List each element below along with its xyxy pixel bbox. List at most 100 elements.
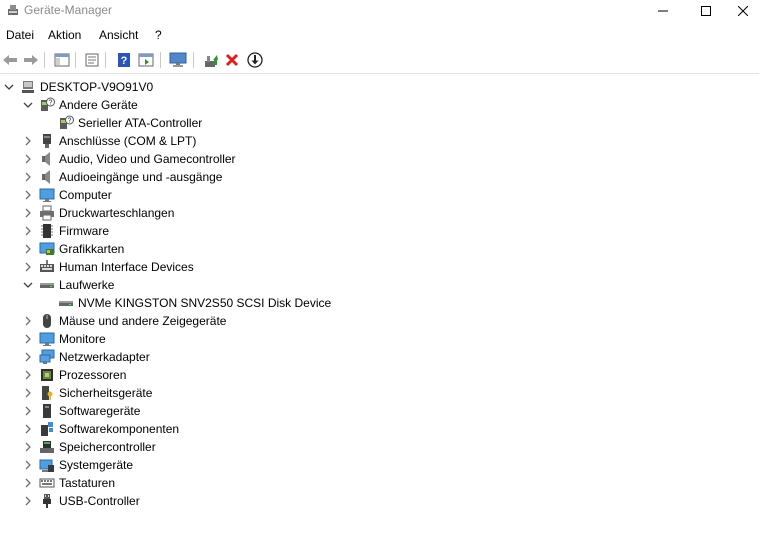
tree-item-label: Monitore — [59, 332, 106, 346]
tree-item-label: Human Interface Devices — [59, 260, 194, 274]
chevron-right-icon[interactable] — [23, 442, 33, 452]
device-manager-app-icon — [6, 3, 20, 17]
help-button[interactable]: ? — [114, 50, 134, 70]
tree-category[interactable]: Anschlüsse (COM & LPT) — [23, 132, 196, 150]
update-driver-button[interactable] — [201, 50, 221, 70]
chevron-right-icon[interactable] — [23, 496, 33, 506]
chevron-right-icon[interactable] — [23, 388, 33, 398]
chevron-right-icon[interactable] — [23, 190, 33, 200]
system-device-icon — [39, 457, 55, 473]
monitor-icon — [39, 187, 55, 203]
toolbar-separator — [160, 52, 161, 68]
tree-category[interactable]: Sicherheitsgeräte — [23, 384, 152, 402]
tree-category[interactable]: Human Interface Devices — [23, 258, 194, 276]
tree-category[interactable]: Computer — [23, 186, 112, 204]
tree-item-label: Systemgeräte — [59, 458, 134, 472]
chip-icon — [39, 223, 55, 239]
software-device-icon — [39, 403, 55, 419]
chevron-right-icon[interactable] — [23, 334, 33, 344]
keyboard-icon — [39, 475, 55, 491]
chevron-right-icon[interactable] — [23, 316, 33, 326]
show-hide-console-tree-button[interactable] — [52, 50, 72, 70]
chevron-right-icon[interactable] — [23, 460, 33, 470]
tree-item-label: Mäuse und andere Zeigegeräte — [59, 314, 227, 328]
security-key-icon — [39, 385, 55, 401]
monitor-icon — [39, 331, 55, 347]
menu-help[interactable]: ? — [155, 28, 162, 42]
chevron-right-icon[interactable] — [23, 154, 33, 164]
toolbar-divider — [0, 73, 759, 74]
tree-item-label: Softwarekomponenten — [59, 422, 180, 436]
chevron-right-icon[interactable] — [23, 352, 33, 362]
uninstall-device-button[interactable] — [222, 50, 242, 70]
action-pane-icon — [138, 53, 154, 67]
tree-category[interactable]: ? Andere Geräte — [23, 96, 138, 114]
close-button[interactable] — [727, 0, 759, 22]
tree-category[interactable]: Monitore — [23, 330, 106, 348]
tree-category[interactable]: Systemgeräte — [23, 456, 133, 474]
minimize-button[interactable] — [640, 0, 686, 22]
svg-text:?: ? — [49, 100, 53, 107]
tree-root-computer[interactable]: DESKTOP-V9O91V0 — [4, 78, 153, 96]
tree-item-label: USB-Controller — [59, 494, 140, 508]
chevron-right-icon[interactable] — [23, 208, 33, 218]
tree-device[interactable]: ? Serieller ATA-Controller — [42, 114, 202, 132]
tree-category[interactable]: Softwarekomponenten — [23, 420, 179, 438]
tree-category[interactable]: Speichercontroller — [23, 438, 156, 456]
speaker-icon — [39, 169, 55, 185]
usb-icon — [39, 493, 55, 509]
storage-controller-icon — [39, 439, 55, 455]
chevron-right-icon[interactable] — [23, 424, 33, 434]
tree-category[interactable]: Prozessoren — [23, 366, 126, 384]
forward-button[interactable] — [21, 50, 41, 70]
chevron-right-icon[interactable] — [23, 478, 33, 488]
chevron-down-icon[interactable] — [23, 100, 33, 110]
chevron-down-icon[interactable] — [23, 280, 33, 290]
tree-category[interactable]: Firmware — [23, 222, 109, 240]
menu-bar: Datei Aktion Ansicht ? — [0, 26, 759, 46]
tree-category[interactable]: Netzwerkadapter — [23, 348, 150, 366]
tree-category[interactable]: Mäuse und andere Zeigegeräte — [23, 312, 226, 330]
chevron-right-icon[interactable] — [23, 262, 33, 272]
scan-hardware-button[interactable] — [168, 50, 188, 70]
chevron-down-icon[interactable] — [4, 82, 14, 92]
disable-device-button[interactable] — [245, 50, 265, 70]
uninstall-x-icon — [225, 53, 239, 67]
svg-text:?: ? — [68, 118, 72, 125]
tree-category[interactable]: USB-Controller — [23, 492, 140, 510]
scan-hardware-icon — [169, 52, 187, 67]
display-adapter-icon — [39, 241, 55, 257]
tree-category[interactable]: Softwaregeräte — [23, 402, 140, 420]
back-button[interactable] — [0, 50, 20, 70]
tree-item-label: Grafikkarten — [59, 242, 125, 256]
chevron-right-icon[interactable] — [23, 172, 33, 182]
chevron-right-icon[interactable] — [23, 244, 33, 254]
tree-item-label: Computer — [59, 188, 112, 202]
maximize-button[interactable] — [683, 0, 729, 22]
tree-category[interactable]: Druckwarteschlangen — [23, 204, 174, 222]
tree-item-label: Audioeingänge und -ausgänge — [59, 170, 223, 184]
action-pane-button[interactable] — [136, 50, 156, 70]
tree-category[interactable]: Audio, Video und Gamecontroller — [23, 150, 236, 168]
chevron-right-icon[interactable] — [23, 370, 33, 380]
properties-button[interactable] — [82, 50, 102, 70]
tree-item-label: Druckwarteschlangen — [59, 206, 175, 220]
chevron-right-icon[interactable] — [23, 226, 33, 236]
title-bar: Geräte-Manager — [0, 0, 759, 22]
tree-item-label: DESKTOP-V9O91V0 — [40, 80, 154, 94]
tree-category[interactable]: Laufwerke — [23, 276, 114, 294]
software-component-icon — [39, 421, 55, 437]
disk-drive-icon — [39, 277, 55, 293]
tree-item-label: Prozessoren — [59, 368, 127, 382]
tree-category[interactable]: Audioeingänge und -ausgänge — [23, 168, 222, 186]
tree-category[interactable]: Tastaturen — [23, 474, 115, 492]
tree-device[interactable]: NVMe KINGSTON SNV2S50 SCSI Disk Device — [42, 294, 331, 312]
menu-action[interactable]: Aktion — [48, 28, 81, 42]
chevron-right-icon[interactable] — [23, 406, 33, 416]
chevron-right-icon[interactable] — [23, 136, 33, 146]
tree-item-label: NVMe KINGSTON SNV2S50 SCSI Disk Device — [78, 296, 332, 310]
menu-file[interactable]: Datei — [6, 28, 34, 42]
menu-view[interactable]: Ansicht — [99, 28, 138, 42]
tree-item-label: Andere Geräte — [59, 98, 138, 112]
tree-category[interactable]: Grafikkarten — [23, 240, 124, 258]
